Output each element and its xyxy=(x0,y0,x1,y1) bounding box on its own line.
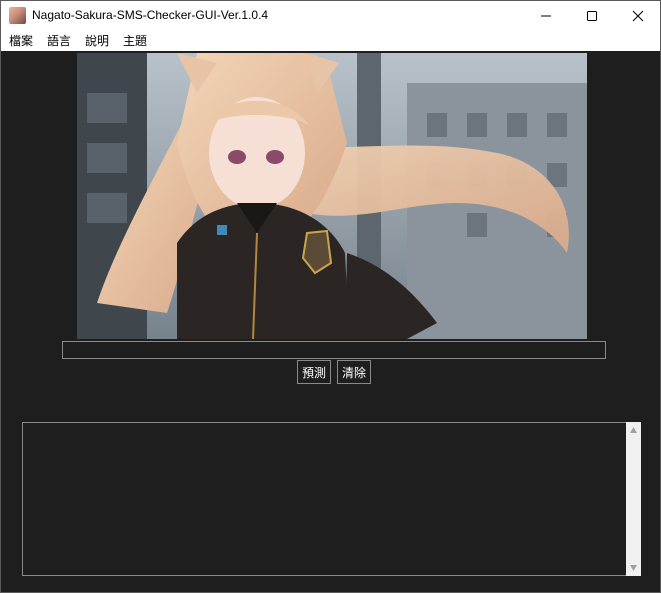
minimize-icon xyxy=(541,15,551,17)
title-bar[interactable]: Nagato-Sakura-SMS-Checker-GUI-Ver.1.0.4 xyxy=(1,1,660,31)
predict-button[interactable]: 預測 xyxy=(297,360,331,384)
scroll-up-arrow-icon[interactable] xyxy=(629,426,638,434)
app-icon xyxy=(9,7,26,24)
window-title: Nagato-Sakura-SMS-Checker-GUI-Ver.1.0.4 xyxy=(32,8,269,22)
maximize-icon xyxy=(587,11,597,21)
menu-language[interactable]: 語言 xyxy=(47,33,71,49)
anime-character-illustration xyxy=(77,53,587,339)
menu-help[interactable]: 說明 xyxy=(85,33,109,49)
maximize-button[interactable] xyxy=(569,1,615,31)
menu-bar: 檔案 語言 說明 主題 xyxy=(1,31,660,51)
banner-illustration xyxy=(77,53,587,339)
close-icon xyxy=(632,10,644,22)
menu-file[interactable]: 檔案 xyxy=(9,33,33,49)
scroll-down-arrow-icon[interactable] xyxy=(629,564,638,572)
app-window: Nagato-Sakura-SMS-Checker-GUI-Ver.1.0.4 … xyxy=(0,0,661,593)
clear-button[interactable]: 清除 xyxy=(337,360,371,384)
main-panel: 預測 清除 xyxy=(1,51,660,592)
sms-text-input[interactable] xyxy=(62,341,606,359)
result-output-area[interactable] xyxy=(22,422,627,576)
minimize-button[interactable] xyxy=(523,1,569,31)
close-button[interactable] xyxy=(615,1,660,31)
output-scrollbar[interactable] xyxy=(626,422,641,576)
menu-theme[interactable]: 主題 xyxy=(123,33,147,49)
